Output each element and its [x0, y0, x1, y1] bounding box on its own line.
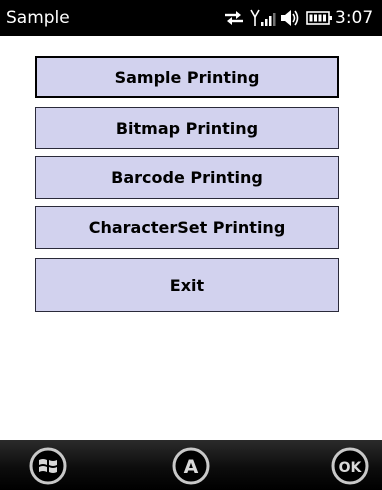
softkey-bar: A OK — [0, 440, 382, 490]
battery-icon[interactable] — [305, 8, 333, 28]
ok-label: OK — [339, 460, 363, 476]
barcode-printing-button[interactable]: Barcode Printing — [35, 156, 339, 199]
ok-button[interactable]: OK — [330, 446, 370, 486]
app-title: Sample — [6, 8, 70, 28]
device-screen: Sample 3:07 Sample Printing Bitmap Print… — [0, 0, 382, 490]
clock: 3:07 — [335, 8, 374, 28]
connectivity-icon[interactable] — [222, 8, 246, 28]
windows-start-icon[interactable] — [28, 446, 68, 486]
status-bar: Sample 3:07 — [0, 0, 382, 36]
characterset-printing-button[interactable]: CharacterSet Printing — [35, 206, 339, 249]
volume-icon[interactable] — [280, 8, 300, 28]
exit-button[interactable]: Exit — [35, 258, 339, 312]
signal-icon[interactable] — [250, 8, 276, 28]
center-softkey[interactable]: A — [171, 446, 211, 486]
main-content: Sample Printing Bitmap Printing Barcode … — [0, 36, 382, 440]
center-softkey-label: A — [184, 456, 199, 478]
sample-printing-button[interactable]: Sample Printing — [35, 56, 339, 98]
bitmap-printing-button[interactable]: Bitmap Printing — [35, 107, 339, 149]
